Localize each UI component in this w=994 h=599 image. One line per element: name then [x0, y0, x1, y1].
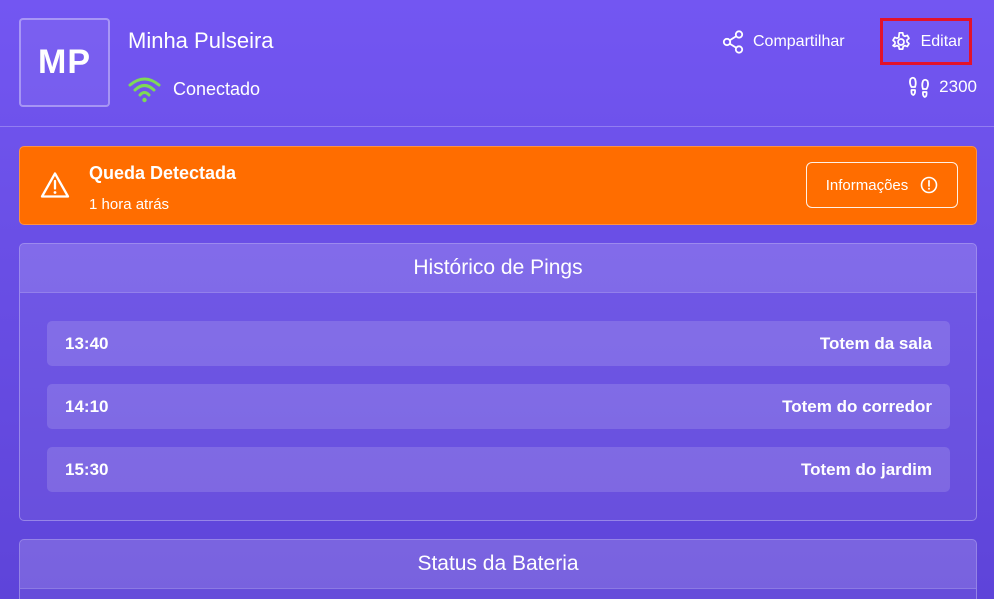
device-name: Minha Pulseira: [128, 28, 274, 53]
ping-location: Totem da sala: [819, 333, 932, 353]
ping-history-title: Histórico de Pings: [20, 244, 976, 293]
share-label: Compartilhar: [753, 33, 845, 50]
list-item[interactable]: 15:30 Totem do jardim: [47, 447, 950, 492]
battery-status-title: Status da Bateria: [20, 540, 976, 589]
alert-time: 1 hora atrás: [89, 196, 170, 213]
steps-counter: 2300: [907, 76, 977, 98]
edit-button[interactable]: Editar: [880, 18, 972, 65]
ping-history-card: Histórico de Pings 13:40 Totem da sala 1…: [19, 243, 977, 521]
ping-time: 13:40: [65, 333, 109, 353]
info-button-label: Informações: [825, 176, 909, 194]
alert-title: Queda Detectada: [89, 163, 237, 183]
connection-status-label: Conectado: [173, 78, 261, 99]
ping-list: 13:40 Totem da sala 14:10 Totem do corre…: [47, 321, 950, 510]
edit-label: Editar: [920, 32, 963, 50]
ping-location: Totem do jardim: [801, 459, 932, 479]
connection-status: Conectado: [128, 74, 260, 104]
fall-alert: Queda Detectada 1 hora atrás Informações: [19, 146, 977, 225]
share-icon: [722, 30, 744, 54]
info-icon: [920, 176, 938, 194]
battery-status-card: Status da Bateria: [19, 539, 977, 599]
share-button[interactable]: Compartilhar: [722, 26, 845, 58]
warning-icon: [40, 171, 70, 199]
ping-time: 15:30: [65, 459, 109, 479]
wifi-icon: [128, 75, 161, 103]
list-item[interactable]: 14:10 Totem do corredor: [47, 384, 950, 429]
steps-count: 2300: [939, 77, 977, 96]
gear-icon: [890, 31, 912, 53]
list-item[interactable]: 13:40 Totem da sala: [47, 321, 950, 366]
avatar: MP: [19, 18, 110, 107]
info-button[interactable]: Informações: [806, 162, 958, 208]
ping-time: 14:10: [65, 396, 109, 416]
footprints-icon: [907, 76, 931, 98]
device-header: MP Minha Pulseira Conectado Compartilhar: [0, 0, 994, 127]
ping-location: Totem do corredor: [782, 396, 932, 416]
